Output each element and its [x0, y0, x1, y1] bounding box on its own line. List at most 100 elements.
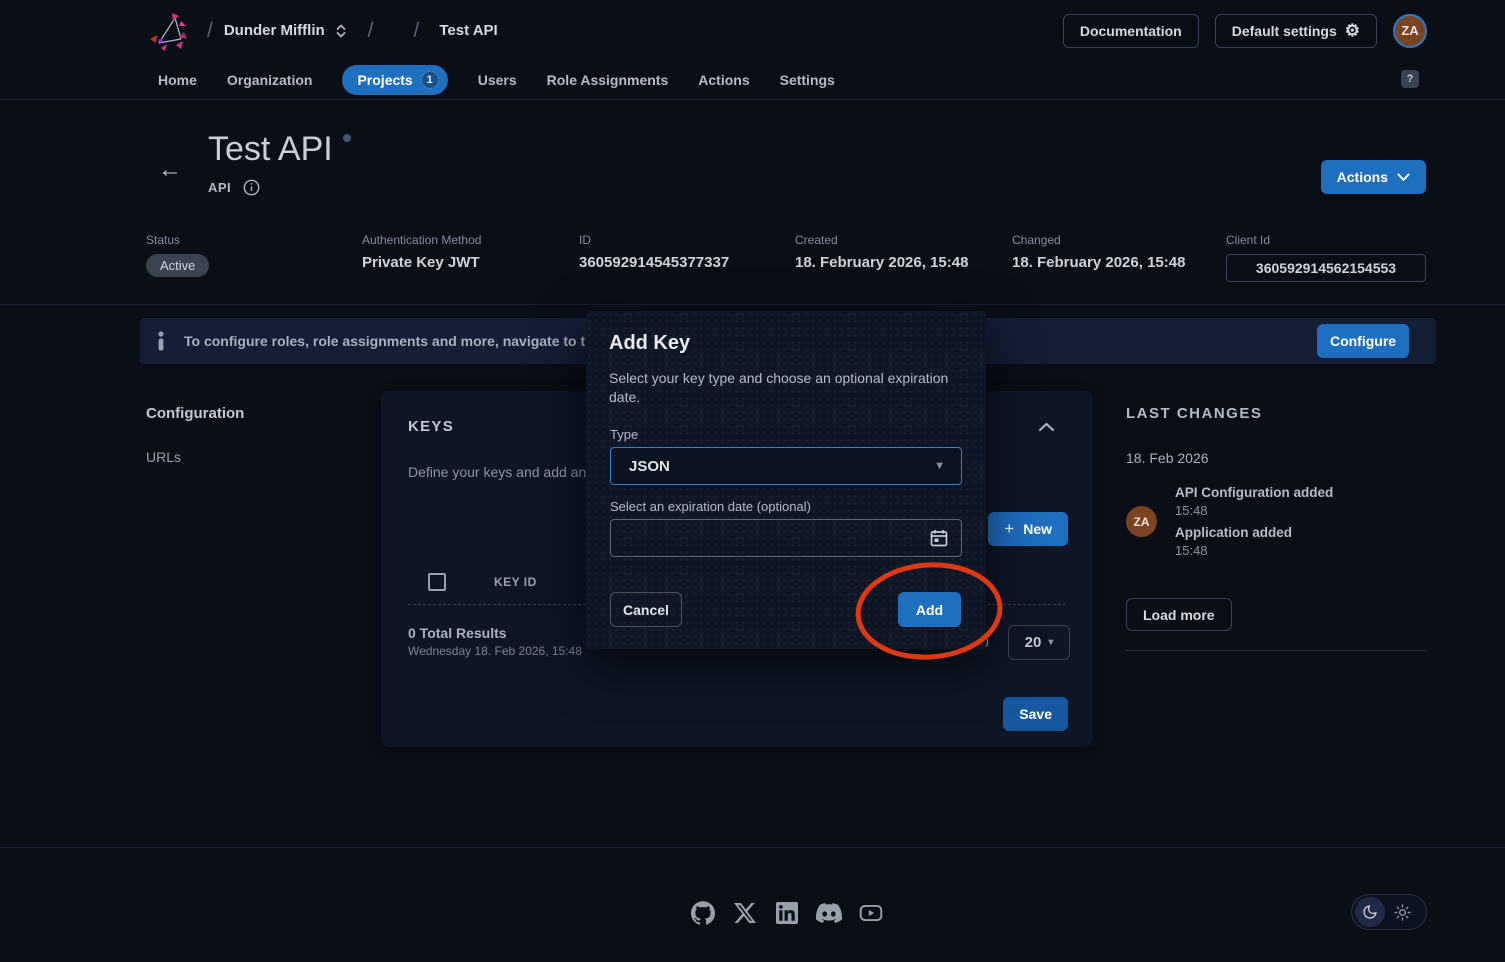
save-button[interactable]: Save [1003, 697, 1068, 731]
breadcrumb-slash: / [368, 19, 374, 43]
breadcrumb-project[interactable]: Test API [439, 22, 497, 39]
page-size-select[interactable]: 20 ▾ [1008, 625, 1070, 660]
change-time: 15:48 [1175, 543, 1292, 558]
client-id-value[interactable]: 360592914562154553 [1226, 254, 1426, 282]
status-dot [343, 134, 351, 142]
tab-projects[interactable]: Projects 1 [342, 65, 447, 95]
breadcrumb-slash: / [414, 19, 420, 43]
select-all-checkbox[interactable] [428, 573, 446, 591]
app-logo-icon[interactable] [148, 10, 188, 52]
meta-value: 360592914545377337 [579, 254, 795, 271]
meta-value: 18. February 2026, 15:48 [1012, 254, 1226, 271]
dark-mode-moon-icon[interactable] [1355, 897, 1385, 927]
org-name: Dunder Mifflin [224, 22, 325, 39]
meta-label: Client Id [1226, 233, 1426, 247]
results-timestamp: Wednesday 18. Feb 2026, 15:48 [408, 644, 582, 658]
light-mode-sun-icon[interactable] [1387, 897, 1417, 927]
org-switcher[interactable]: Dunder Mifflin [224, 22, 348, 40]
linkedin-icon[interactable] [774, 900, 800, 926]
actions-label: Actions [1337, 169, 1388, 185]
projects-count-badge: 1 [421, 71, 439, 89]
sidebar-item-urls[interactable]: URLs [146, 449, 244, 465]
tab-organization[interactable]: Organization [227, 72, 313, 88]
collapse-chevron-up-icon[interactable] [1038, 422, 1055, 432]
tab-role-assignments[interactable]: Role Assignments [547, 72, 669, 88]
tab-actions[interactable]: Actions [698, 72, 749, 88]
top-bar: / Dunder Mifflin / / Test API Documentat… [0, 0, 1505, 61]
documentation-button[interactable]: Documentation [1063, 14, 1199, 48]
page-title: Test API [208, 130, 333, 168]
cancel-button[interactable]: Cancel [610, 592, 682, 627]
unfold-more-icon [334, 22, 348, 40]
add-key-dialog: Add Key Select your key type and choose … [586, 311, 986, 649]
theme-toggle [1351, 894, 1427, 930]
dialog-description: Select your key type and choose an optio… [609, 369, 965, 407]
meta-label: Status [146, 233, 362, 247]
type-field-label: Type [610, 427, 638, 442]
meta-label: Created [795, 233, 1012, 247]
dialog-title: Add Key [609, 332, 690, 355]
calendar-icon[interactable] [929, 528, 949, 548]
meta-value: Private Key JWT [362, 254, 579, 271]
tab-projects-label: Projects [357, 72, 412, 88]
meta-label: Changed [1012, 233, 1226, 247]
config-heading: Configuration [146, 405, 244, 422]
change-title: API Configuration added [1175, 485, 1333, 500]
footer [0, 847, 1505, 962]
chevron-down-icon: ▾ [1048, 637, 1053, 648]
configure-button[interactable]: Configure [1317, 324, 1409, 358]
youtube-icon[interactable] [858, 900, 884, 926]
breadcrumb-slash: / [207, 19, 213, 43]
actions-dropdown-button[interactable]: Actions [1321, 160, 1426, 194]
last-changes-panel: LAST CHANGES 18. Feb 2026 ZA API Configu… [1126, 405, 1427, 665]
meta-label: ID [579, 233, 795, 247]
main-nav: Home Organization Projects 1 Users Role … [0, 61, 1505, 100]
change-entry: API Configuration added 15:48 [1175, 485, 1333, 518]
help-button[interactable]: ? [1401, 70, 1419, 88]
key-type-select[interactable]: JSON ▼ [610, 447, 962, 485]
last-changes-heading: LAST CHANGES [1126, 405, 1427, 422]
tab-users[interactable]: Users [478, 72, 517, 88]
keys-title: KEYS [408, 418, 454, 435]
results-summary: 0 Total Results Wednesday 18. Feb 2026, … [408, 625, 582, 658]
discord-icon[interactable] [816, 900, 842, 926]
tab-home[interactable]: Home [158, 72, 197, 88]
banner-text: To configure roles, role assignments and… [184, 333, 628, 349]
expiration-date-input[interactable] [610, 519, 962, 557]
meta-value: 18. February 2026, 15:48 [795, 254, 1012, 271]
total-results: 0 Total Results [408, 625, 582, 641]
change-entry: Application added 15:48 [1175, 525, 1292, 558]
new-key-label: New [1023, 521, 1052, 537]
config-sidebar: Configuration URLs [146, 405, 244, 465]
info-icon[interactable] [243, 179, 260, 196]
keys-description: Define your keys and add an o [408, 464, 598, 480]
user-avatar[interactable]: ZA [1393, 14, 1427, 48]
key-type-value: JSON [629, 458, 670, 475]
changes-date: 18. Feb 2026 [1126, 450, 1209, 466]
chevron-down-icon: ▼ [934, 460, 945, 472]
plus-icon: + [1004, 519, 1014, 539]
console-screen: / Dunder Mifflin / / Test API Documentat… [0, 0, 1505, 962]
meta-row: Status Active Authentication Method Priv… [146, 233, 1426, 282]
meta-label: Authentication Method [362, 233, 579, 247]
change-time: 15:48 [1175, 503, 1333, 518]
add-button[interactable]: Add [898, 592, 961, 627]
load-more-button[interactable]: Load more [1126, 598, 1232, 631]
tab-settings[interactable]: Settings [780, 72, 835, 88]
column-header-key-id: KEY ID [494, 575, 537, 589]
expiration-field-label: Select an expiration date (optional) [610, 499, 811, 514]
divider [1126, 650, 1427, 651]
new-key-button[interactable]: + New [988, 512, 1068, 546]
status-badge: Active [146, 254, 209, 277]
page-size-value: 20 [1025, 634, 1042, 651]
change-title: Application added [1175, 525, 1292, 540]
changes-avatar: ZA [1126, 506, 1157, 537]
default-settings-label: Default settings [1232, 23, 1337, 39]
gear-icon: ⚙ [1345, 22, 1360, 39]
page-header-section: ← Test API API Actions Status Active [0, 100, 1505, 305]
default-settings-button[interactable]: Default settings ⚙ [1215, 14, 1377, 48]
back-arrow-icon[interactable]: ← [158, 158, 182, 182]
app-type-label: API [208, 180, 231, 195]
x-twitter-icon[interactable] [732, 900, 758, 926]
github-icon[interactable] [690, 900, 716, 926]
